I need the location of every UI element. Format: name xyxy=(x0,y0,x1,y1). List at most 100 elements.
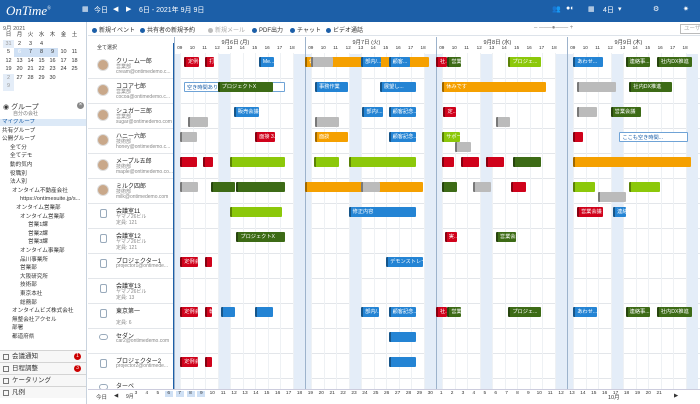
event-block[interactable]: 営業会議 xyxy=(610,107,641,117)
event-block[interactable]: 顧客記念... xyxy=(388,307,417,317)
calendar-day[interactable]: 13 xyxy=(14,57,25,66)
calendar-day[interactable]: 12 xyxy=(3,57,14,66)
calendar-day[interactable]: 5 xyxy=(3,48,14,57)
pdf-export-button[interactable]: PDF出力 xyxy=(252,25,283,34)
bottom-day[interactable]: 21 xyxy=(328,391,336,397)
ontime-logo[interactable]: OnTime® xyxy=(6,3,51,19)
calendar-day[interactable]: 14 xyxy=(25,57,36,66)
group-tree-item[interactable]: オンタイム営業部 xyxy=(0,214,65,221)
day-header[interactable]: 9月7日 (火) xyxy=(353,38,381,46)
bottom-day[interactable]: 10 xyxy=(535,391,543,397)
resource-name[interactable]: 東京第一 xyxy=(116,306,140,315)
bottom-day[interactable]: 10 xyxy=(208,391,216,397)
event-block[interactable] xyxy=(348,157,417,167)
select-all-label[interactable]: 全て選択 xyxy=(97,44,117,51)
user-search-input[interactable]: ユーザーを検索 xyxy=(680,24,700,34)
new-shared-reservation-button[interactable]: 共有者の新規予約 xyxy=(140,25,195,34)
calendar-day[interactable]: 7 xyxy=(25,48,36,57)
event-block[interactable] xyxy=(388,357,417,367)
group-tree-item[interactable]: 品川事業所 xyxy=(0,257,48,264)
bottom-day[interactable]: 30 xyxy=(426,391,434,397)
bottom-day[interactable]: 28 xyxy=(405,391,413,397)
group-tree-item[interactable]: 全て分 xyxy=(0,145,27,152)
event-block[interactable] xyxy=(576,107,598,117)
group-tree-item[interactable]: 全てデモ xyxy=(0,153,32,160)
event-block[interactable]: 打... xyxy=(205,57,215,67)
group-tree-item[interactable]: 部署 xyxy=(0,325,23,332)
group-tree-item[interactable]: 法人別 xyxy=(0,179,27,186)
event-block[interactable] xyxy=(495,117,510,127)
event-block[interactable]: プロジェクトX xyxy=(236,232,286,242)
new-event-button[interactable]: 新規イベント xyxy=(92,25,135,34)
event-block[interactable]: 連絡事... xyxy=(625,307,650,317)
bottom-day[interactable]: 14 xyxy=(252,391,260,397)
bottom-day[interactable]: 12 xyxy=(230,391,238,397)
calendar-day[interactable]: 30 xyxy=(47,74,58,83)
event-block[interactable]: 営業会議 xyxy=(495,232,517,242)
event-block[interactable]: 朝... xyxy=(205,307,212,317)
event-block[interactable] xyxy=(180,132,197,142)
event-block[interactable]: あわせ... xyxy=(573,57,604,67)
event-block[interactable] xyxy=(510,182,527,192)
bottom-day[interactable]: 14 xyxy=(579,391,587,397)
event-block[interactable] xyxy=(361,182,381,192)
event-block[interactable]: 連絡 xyxy=(613,207,626,217)
calendar-day[interactable]: 17 xyxy=(58,57,69,66)
calendar-day[interactable]: 21 xyxy=(25,65,36,74)
bottom-day[interactable]: 7 xyxy=(175,391,184,397)
group-tree-item[interactable]: https://ontimesuite.jp/s... xyxy=(0,196,80,203)
bottom-day[interactable]: 5 xyxy=(481,391,489,397)
event-block[interactable] xyxy=(485,157,504,167)
toggle-icon[interactable]: ●◐ xyxy=(566,5,574,12)
event-block[interactable] xyxy=(221,307,236,317)
bottom-day[interactable]: 19 xyxy=(633,391,641,397)
bottom-day[interactable]: 8 xyxy=(186,391,195,397)
event-block[interactable]: ここも空き時間... xyxy=(619,132,689,142)
event-block[interactable] xyxy=(513,157,542,167)
video-call-button[interactable]: ビデオ通話 xyxy=(326,25,363,34)
event-block[interactable]: 修正内容 xyxy=(348,207,417,217)
calendar-day[interactable]: 15 xyxy=(36,57,47,66)
event-block[interactable]: 面談 xyxy=(314,132,348,142)
event-block[interactable]: 定例会... xyxy=(180,357,198,367)
bottom-day[interactable]: 26 xyxy=(383,391,391,397)
group-tree-item[interactable]: 共有グループ xyxy=(0,128,35,135)
group-tree-item[interactable]: 営業1課 xyxy=(0,222,48,229)
bottom-day[interactable]: 13 xyxy=(568,391,576,397)
catering-button[interactable]: ケータリング xyxy=(0,374,86,386)
event-block[interactable] xyxy=(255,307,273,317)
event-block[interactable]: 部内/... xyxy=(361,57,382,67)
event-block[interactable] xyxy=(205,257,212,267)
event-block[interactable]: プロジェクトX xyxy=(217,82,273,92)
calendar-day[interactable]: 9 xyxy=(47,48,58,57)
group-tree-item[interactable]: オンタイムビズ株式会社 xyxy=(0,308,73,315)
event-block[interactable]: 社... xyxy=(436,57,448,67)
bottom-day[interactable]: 8 xyxy=(514,391,522,397)
bottom-day[interactable]: 3 xyxy=(132,391,140,397)
close-icon[interactable]: × xyxy=(77,102,84,109)
bottom-day[interactable]: 5 xyxy=(154,391,162,397)
group-tree-item[interactable]: 総務部 xyxy=(0,300,37,307)
group-tree-item[interactable]: 公開グループ xyxy=(0,136,35,143)
event-block[interactable] xyxy=(442,182,458,192)
calendar-day[interactable]: 22 xyxy=(36,65,47,74)
calendar-day[interactable]: 28 xyxy=(25,74,36,83)
bottom-day[interactable]: 24 xyxy=(361,391,369,397)
bottom-day[interactable]: 12 xyxy=(557,391,565,397)
bottom-day[interactable]: 4 xyxy=(470,391,478,397)
bottom-day[interactable]: 11 xyxy=(219,391,227,397)
event-block[interactable] xyxy=(460,157,479,167)
calendar-day[interactable]: 10 xyxy=(58,48,69,57)
bottom-day[interactable]: 1 xyxy=(437,391,445,397)
group-tree-item[interactable]: 営業2課 xyxy=(0,231,48,238)
calendar-day[interactable]: 18 xyxy=(69,57,80,66)
calendar-day[interactable]: 2 xyxy=(14,40,25,49)
event-block[interactable]: 定例会... xyxy=(180,307,198,317)
people-icon[interactable]: 👥 xyxy=(552,5,561,13)
event-block[interactable]: 定... xyxy=(443,107,457,117)
event-block[interactable] xyxy=(236,182,286,192)
event-block[interactable] xyxy=(454,142,472,152)
group-tree-item[interactable]: 営業3課 xyxy=(0,239,48,246)
calendar-day[interactable]: 11 xyxy=(69,48,80,57)
event-block[interactable] xyxy=(187,117,208,127)
